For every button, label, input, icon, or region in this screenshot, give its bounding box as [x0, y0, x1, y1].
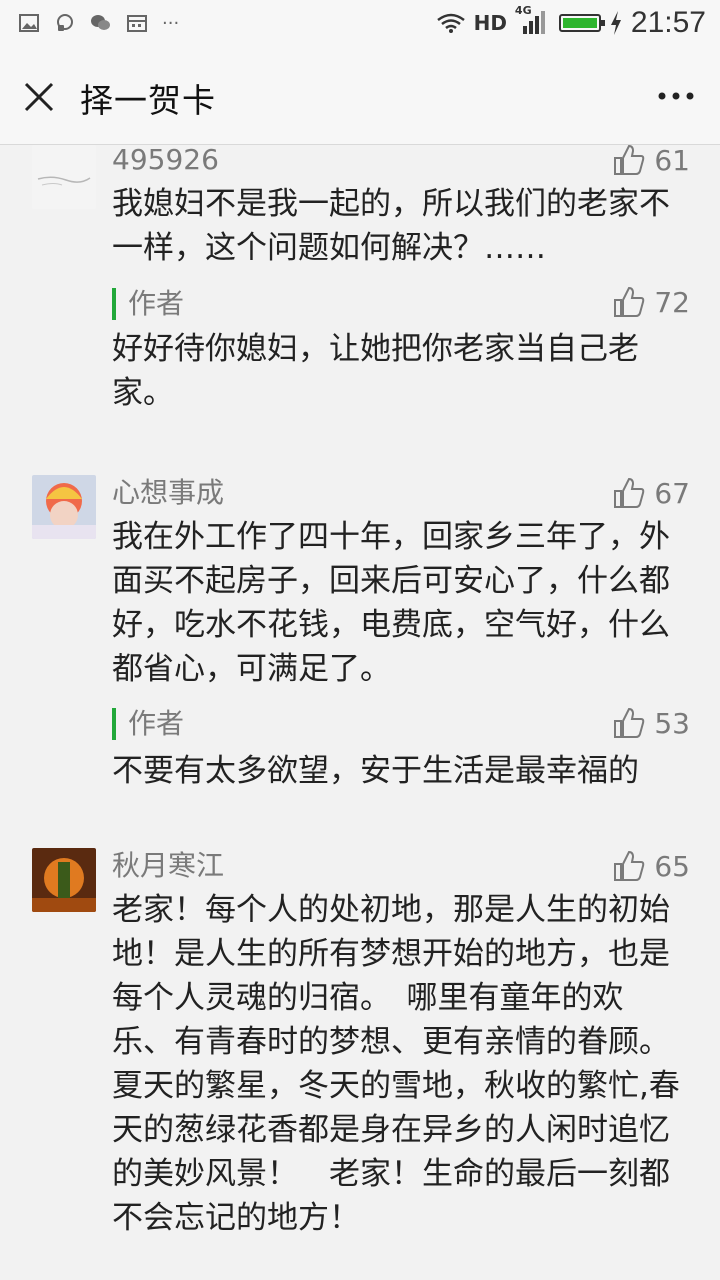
like-button[interactable]: 65 — [612, 848, 690, 884]
calendar-icon — [127, 15, 147, 32]
user-avatar[interactable] — [32, 848, 96, 912]
more-options-icon[interactable] — [652, 76, 700, 116]
comments-list[interactable]: 495926 61 我媳妇不是我一起的，所以我们的老家不一样，这个问题如何解决？… — [0, 145, 720, 1280]
user-avatar[interactable] — [32, 145, 96, 209]
close-icon[interactable] — [22, 80, 56, 114]
notification-icons: ··· — [18, 12, 179, 34]
status-bar: ··· HD 4G 21:57 — [0, 0, 720, 50]
like-button[interactable]: 67 — [612, 475, 690, 511]
reply-like-button[interactable]: 72 — [612, 284, 690, 320]
battery-icon — [558, 14, 605, 32]
page-title: 择一贺卡 — [80, 81, 216, 120]
charging-icon — [610, 11, 621, 35]
comment-text: 我在外工作了四十年，回家乡三年了，外面买不起房子，回来后可安心了，什么都好，吃水… — [112, 519, 670, 687]
thumbs-up-icon — [614, 477, 645, 508]
reply-text: 好好待你媳妇，让她把你老家当自己老家。 — [112, 331, 639, 411]
signal-label: 4G — [514, 4, 532, 17]
like-count: 72 — [654, 285, 690, 319]
like-count: 65 — [654, 849, 690, 883]
system-indicators: HD 4G 21:57 — [436, 4, 706, 40]
gallery-icon — [19, 14, 39, 32]
thumbs-up-icon — [614, 286, 645, 317]
like-button[interactable]: 61 — [612, 145, 690, 178]
wechat-icon — [91, 15, 110, 30]
comment-username[interactable]: 495926 — [112, 145, 219, 178]
comment-item: 心想事成 67 我在外工作了四十年，回家乡三年了，外面买不起房子，回来后可安心了… — [0, 475, 720, 815]
reply-author: 作者 — [112, 288, 184, 320]
clock: 21:57 — [630, 6, 706, 39]
reply-author: 作者 — [112, 708, 184, 740]
like-count: 53 — [654, 706, 690, 740]
comment-username[interactable]: 秋月寒江 — [112, 848, 224, 884]
thumbs-up-icon — [614, 145, 645, 175]
comment-text: 我媳妇不是我一起的，所以我们的老家不一样，这个问题如何解决？…… — [112, 186, 670, 266]
like-count: 61 — [654, 145, 690, 177]
user-avatar[interactable] — [32, 475, 96, 539]
comment-item: 495926 61 我媳妇不是我一起的，所以我们的老家不一样，这个问题如何解决？… — [0, 145, 720, 445]
thumbs-up-icon — [614, 707, 645, 738]
comment-text: 老家！每个人的处初地，那是人生的初始地！是人生的所有梦想开始的地方，也是每个人灵… — [112, 892, 717, 1236]
wifi-icon — [436, 13, 465, 33]
comment-item: 秋月寒江 65 老家！每个人的处初地，那是人生的初始地！是人生的所有梦想开始的地… — [0, 848, 720, 1280]
signal-icon: 4G — [515, 4, 551, 36]
like-count: 67 — [654, 476, 690, 510]
network-type-label: HD — [473, 11, 507, 35]
reply-text: 不要有太多欲望，安于生活是最幸福的 — [112, 753, 639, 789]
thumbs-up-icon — [614, 850, 645, 881]
title-bar: 择一贺卡 — [0, 50, 720, 145]
reply-like-button[interactable]: 53 — [612, 705, 690, 741]
comment-username[interactable]: 心想事成 — [112, 475, 224, 511]
headset-chat-icon — [57, 14, 73, 31]
more-notifications-icon: ··· — [162, 12, 180, 34]
